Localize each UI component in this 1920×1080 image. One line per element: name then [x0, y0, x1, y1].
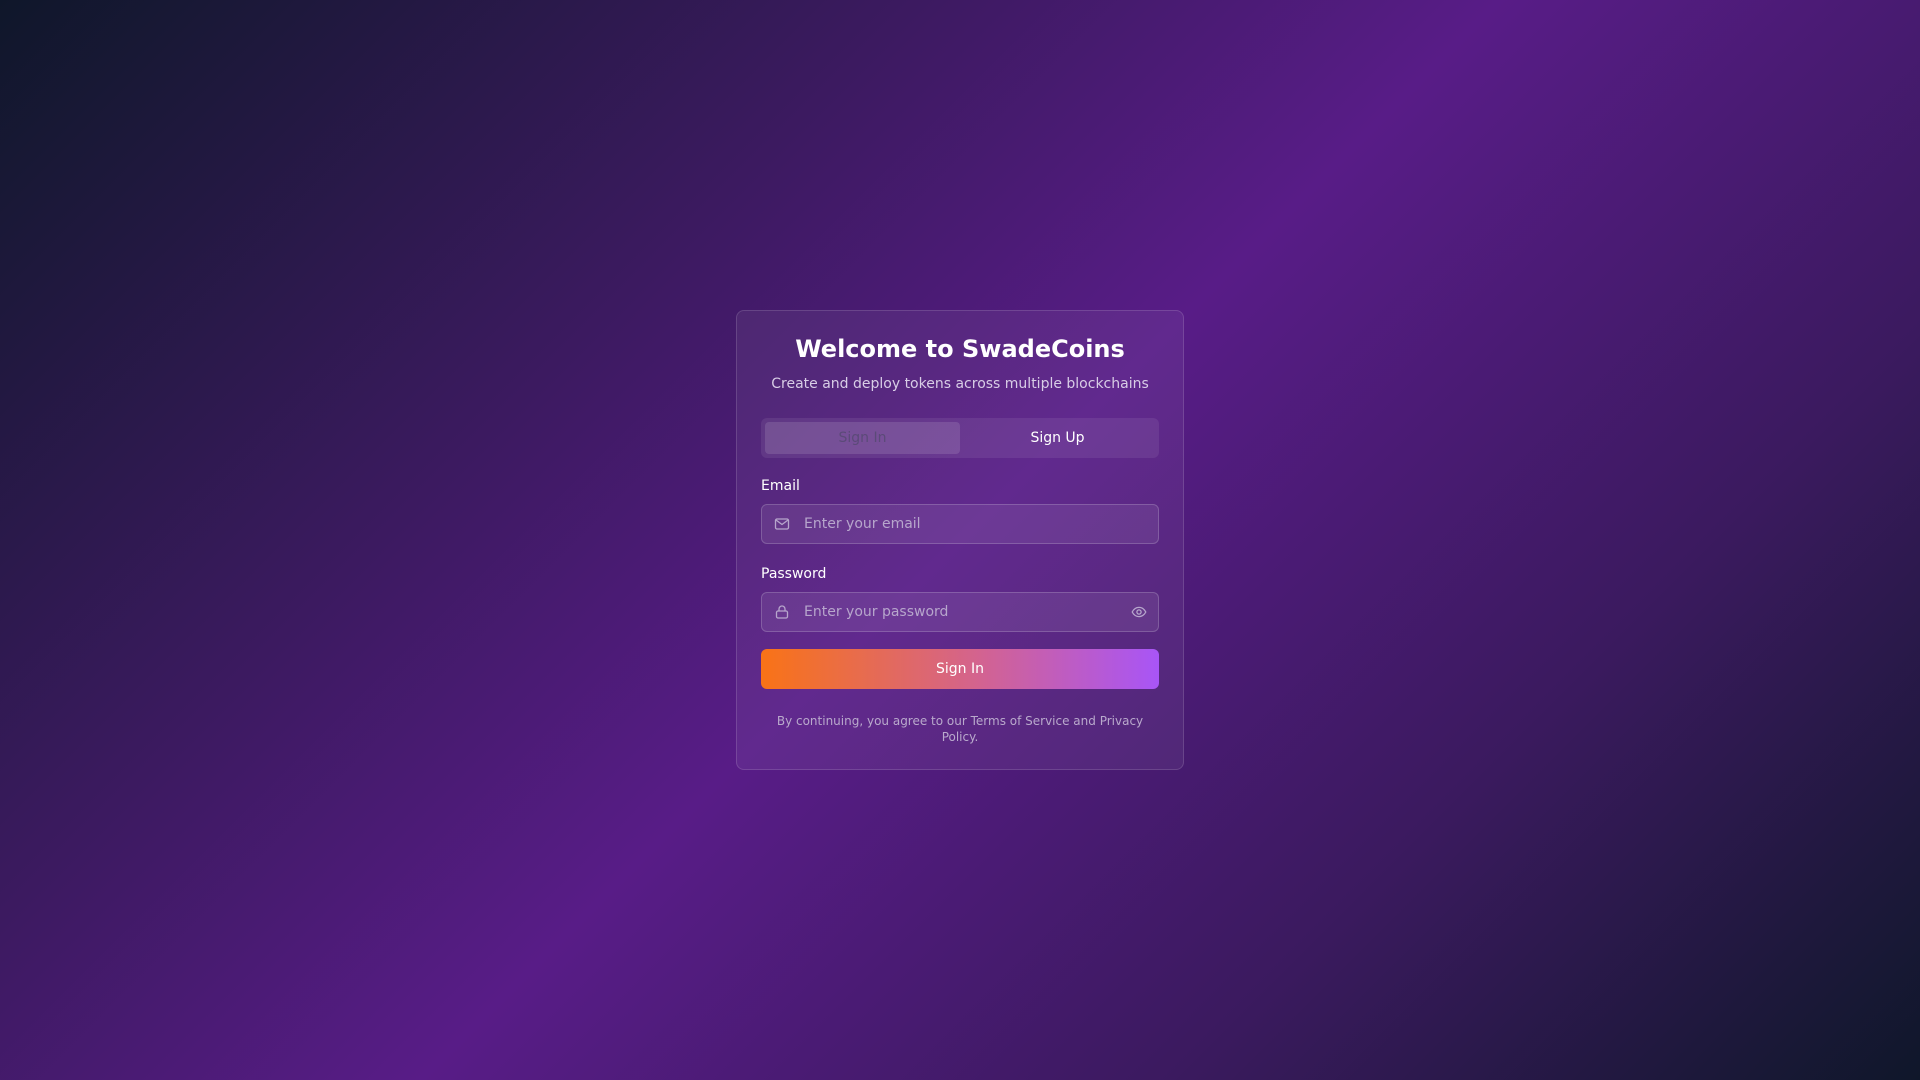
email-field	[761, 504, 1159, 544]
lock-icon	[774, 604, 790, 620]
password-label: Password	[761, 566, 827, 582]
page-title: Welcome to SwadeCoins	[795, 335, 1125, 363]
tab-sign-in[interactable]: Sign In	[765, 422, 960, 454]
email-label: Email	[761, 478, 800, 494]
password-field	[761, 592, 1159, 632]
sign-in-button[interactable]: Sign In	[761, 649, 1159, 689]
legal-notice: By continuing, you agree to our Terms of…	[776, 714, 1144, 744]
auth-card: Welcome to SwadeCoins Create and deploy …	[736, 310, 1184, 770]
eye-icon[interactable]	[1130, 603, 1148, 621]
mail-icon	[774, 516, 790, 532]
email-input[interactable]	[802, 504, 1158, 544]
page-subtitle: Create and deploy tokens across multiple…	[771, 376, 1149, 392]
auth-tabs: Sign In Sign Up	[761, 418, 1159, 458]
password-input[interactable]	[802, 592, 1130, 632]
tab-sign-up[interactable]: Sign Up	[960, 422, 1155, 454]
